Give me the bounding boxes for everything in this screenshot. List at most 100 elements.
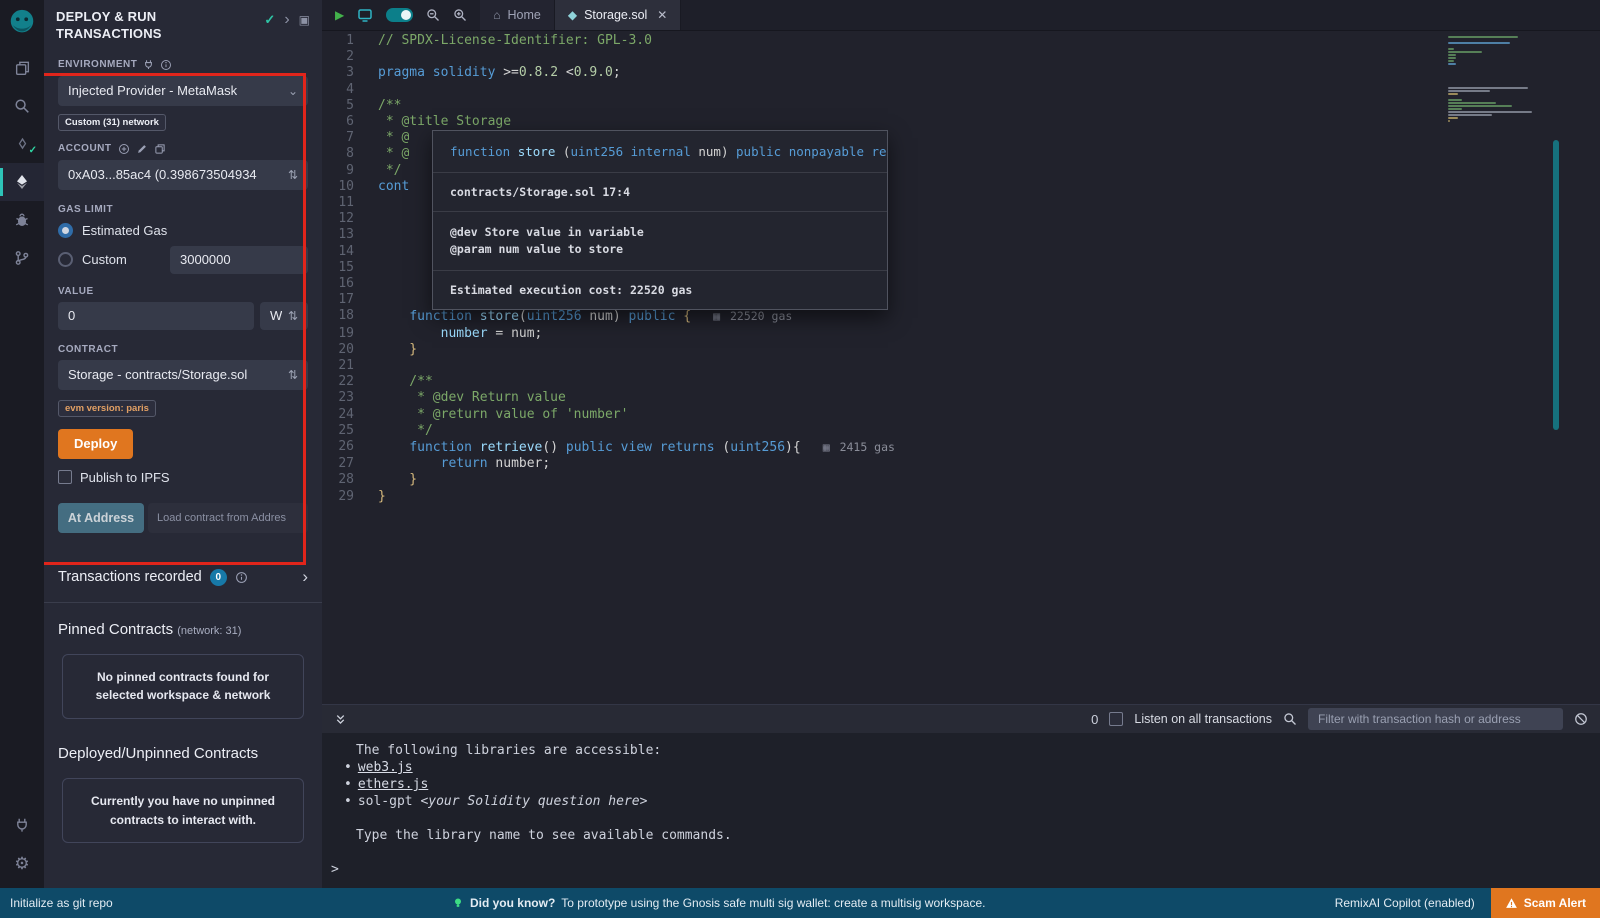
- solidity-compiler-icon[interactable]: ✓: [0, 125, 44, 163]
- code-line-27[interactable]: 27 return number;: [322, 456, 1450, 472]
- code-line-2[interactable]: 2: [322, 49, 1450, 65]
- line-number: 17: [322, 292, 378, 308]
- minimap[interactable]: [1448, 36, 1540, 122]
- terminal-search-icon[interactable]: [1283, 712, 1297, 726]
- zoom-out-icon[interactable]: [426, 8, 440, 22]
- debugger-icon[interactable]: [0, 201, 44, 239]
- remix-logo[interactable]: [7, 7, 37, 37]
- code-line-19[interactable]: 19 number = num;: [322, 326, 1450, 342]
- editor-scrollbar[interactable]: [1553, 140, 1559, 430]
- value-unit-select[interactable]: Wei ⇅: [260, 302, 308, 330]
- sort-caret-icon: ⇅: [288, 309, 298, 323]
- publish-ipfs-checkbox[interactable]: [58, 470, 72, 484]
- zoom-in-icon[interactable]: [453, 8, 467, 22]
- code-line-18[interactable]: 18 function store(uint256 num) public {▦…: [322, 308, 1450, 325]
- code-line-6[interactable]: 6 * @title Storage: [322, 114, 1450, 130]
- code-line-1[interactable]: 1// SPDX-License-Identifier: GPL-3.0: [322, 33, 1450, 49]
- divider: [44, 602, 322, 603]
- terminal-lib-solgpt: •sol-gpt <your Solidity question here>: [322, 793, 1600, 810]
- copy-account-icon[interactable]: [154, 143, 166, 155]
- estimated-gas-option[interactable]: Estimated Gas: [58, 223, 308, 238]
- code-line-24[interactable]: 24 * @return value of 'number': [322, 407, 1450, 423]
- scam-alert-badge[interactable]: Scam Alert: [1491, 888, 1600, 918]
- home-icon: ⌂: [493, 8, 500, 22]
- clear-terminal-icon[interactable]: [1574, 712, 1588, 726]
- code-line-20[interactable]: 20 }: [322, 342, 1450, 358]
- line-number: 10: [322, 179, 378, 195]
- deploy-run-icon[interactable]: [0, 163, 44, 201]
- terminal-prompt[interactable]: >: [322, 861, 1600, 878]
- solgpt-hint: <your Solidity question here>: [420, 794, 647, 809]
- code-line-22[interactable]: 22 /**: [322, 374, 1450, 390]
- tab-storage-sol[interactable]: ◆ Storage.sol ✕: [555, 0, 682, 30]
- tab-home[interactable]: ⌂ Home: [480, 0, 555, 30]
- custom-gas-radio[interactable]: [58, 252, 73, 267]
- at-address-button[interactable]: At Address: [58, 503, 144, 533]
- value-label: VALUE: [58, 286, 94, 297]
- git-init-status[interactable]: Initialize as git repo: [0, 896, 113, 910]
- add-account-icon[interactable]: [118, 143, 130, 155]
- code-line-3[interactable]: 3pragma solidity >=0.8.2 <0.9.0;: [322, 65, 1450, 81]
- gas-icon: ▦: [823, 440, 830, 454]
- deploy-button[interactable]: Deploy: [58, 429, 133, 459]
- search-icon[interactable]: [0, 87, 44, 125]
- bullet-icon: •: [344, 777, 352, 792]
- copilot-status[interactable]: RemixAI Copilot (enabled): [1335, 896, 1475, 910]
- copilot-toggle[interactable]: [386, 8, 413, 22]
- code-line-28[interactable]: 28 }: [322, 472, 1450, 488]
- editor-tab-bar: ▶ ⌂ Home ◆ Storage.sol ✕: [322, 0, 1600, 31]
- solgpt-label: sol-gpt: [358, 794, 421, 809]
- contract-value: Storage - contracts/Storage.sol: [68, 367, 247, 382]
- panel-header: DEPLOY & RUN TRANSACTIONS ✓ › ▣: [44, 0, 322, 45]
- terminal-lib-web3: •web3.js: [322, 759, 1600, 776]
- git-icon[interactable]: [0, 239, 44, 277]
- terminal-listen-count: 0: [1091, 712, 1098, 727]
- collapse-terminal-icon[interactable]: [334, 713, 347, 726]
- line-number: 21: [322, 358, 378, 374]
- web3-link[interactable]: web3.js: [358, 760, 413, 775]
- transaction-filter-input[interactable]: [1308, 708, 1563, 730]
- file-explorer-icon[interactable]: [0, 49, 44, 87]
- value-input[interactable]: [58, 302, 254, 330]
- code-line-29[interactable]: 29}: [322, 489, 1450, 505]
- line-number: 2: [322, 49, 378, 65]
- value-unit: Wei: [270, 308, 282, 323]
- account-select[interactable]: 0xA03...85ac4 (0.398673504934 ⇅: [58, 160, 308, 190]
- code-line-5[interactable]: 5/**: [322, 98, 1450, 114]
- listen-all-transactions-checkbox[interactable]: [1109, 712, 1123, 726]
- run-script-play-icon[interactable]: ▶: [335, 8, 344, 22]
- ai-assistant-icon[interactable]: [357, 7, 373, 23]
- panel-body: ENVIRONMENT Injected Provider - MetaMask…: [44, 59, 322, 843]
- environment-label: ENVIRONMENT: [58, 59, 137, 70]
- code-line-26[interactable]: 26 function retrieve() public view retur…: [322, 439, 1450, 456]
- tooltip-gas-cost: Estimated execution cost: 22520 gas: [433, 270, 887, 309]
- transactions-expand-chevron[interactable]: ›: [302, 570, 308, 584]
- pin-panel-icon[interactable]: ▣: [299, 13, 310, 27]
- transactions-info-icon[interactable]: [235, 571, 248, 584]
- at-address-input[interactable]: [148, 503, 308, 533]
- deployed-contracts-empty: Currently you have no unpinned contracts…: [62, 778, 304, 843]
- code-line-25[interactable]: 25 */: [322, 423, 1450, 439]
- line-number: 20: [322, 342, 378, 358]
- code-line-23[interactable]: 23 * @dev Return value: [322, 390, 1450, 406]
- code-line-21[interactable]: 21: [322, 358, 1450, 374]
- line-number: 3: [322, 65, 378, 81]
- custom-gas-input[interactable]: [170, 246, 308, 274]
- publish-ipfs-row[interactable]: Publish to IPFS: [58, 470, 308, 485]
- close-tab-icon[interactable]: ✕: [657, 8, 667, 22]
- panel-chevron-right-icon[interactable]: ›: [284, 14, 289, 27]
- terminal[interactable]: The following libraries are accessible: …: [322, 733, 1600, 888]
- terminal-toolbar: 0 Listen on all transactions: [322, 704, 1600, 733]
- code-line-4[interactable]: 4: [322, 82, 1450, 98]
- settings-gear-icon[interactable]: ⚙: [0, 844, 44, 882]
- edit-account-icon[interactable]: [136, 143, 148, 155]
- ethers-link[interactable]: ethers.js: [358, 777, 428, 792]
- custom-gas-option[interactable]: Custom: [58, 246, 308, 274]
- scam-alert-label: Scam Alert: [1524, 896, 1586, 910]
- contract-select[interactable]: Storage - contracts/Storage.sol ⇅: [58, 360, 308, 390]
- plugin-manager-icon[interactable]: [0, 806, 44, 844]
- environment-info-icon[interactable]: [160, 59, 172, 71]
- line-number: 4: [322, 82, 378, 98]
- estimated-gas-radio[interactable]: [58, 223, 73, 238]
- environment-select[interactable]: Injected Provider - MetaMask ⌄: [58, 76, 308, 106]
